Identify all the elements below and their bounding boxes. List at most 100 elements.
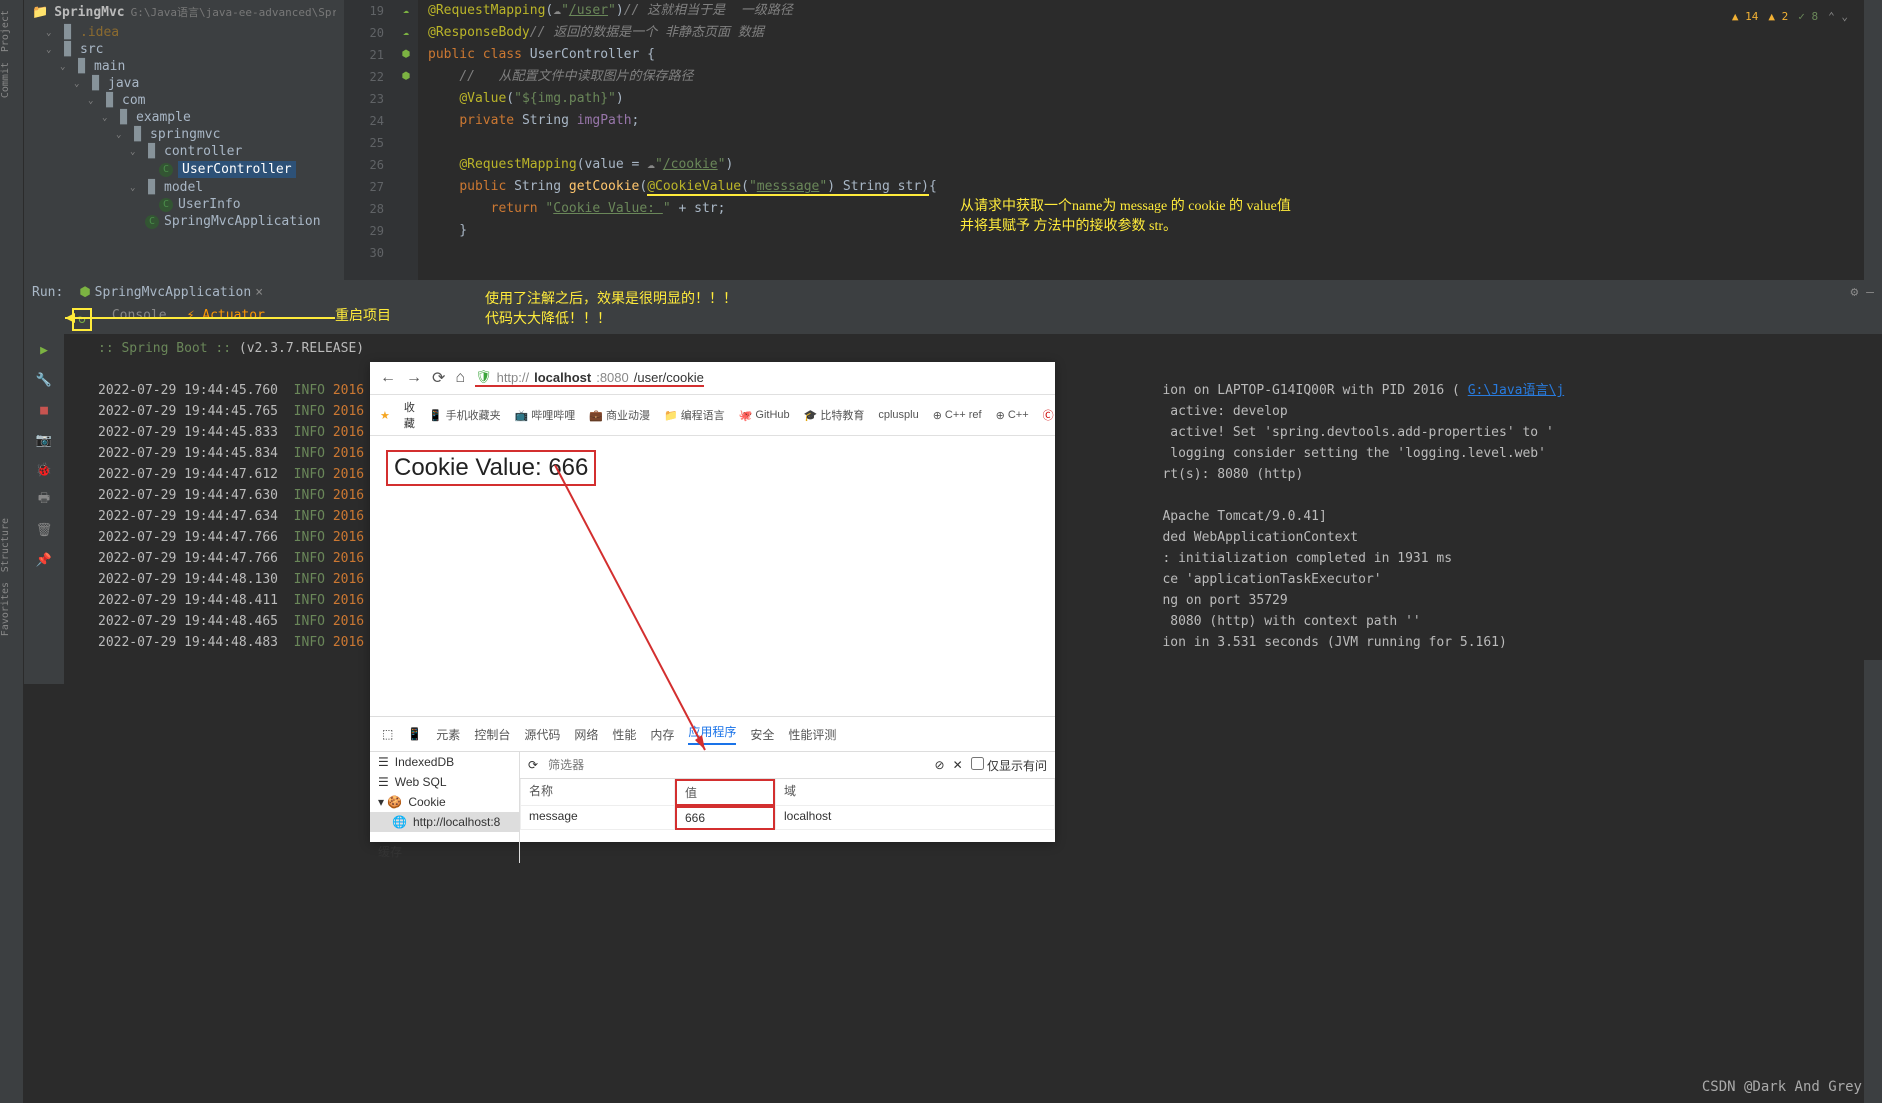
browser-window: ← → ⟳ ⌂ 🛡 http://localhost:8080/user/coo… (370, 362, 1055, 842)
trash-icon[interactable]: 🗑 (32, 518, 56, 542)
sidebar-item[interactable]: ☰ Web SQL (370, 772, 519, 792)
rerun-button[interactable]: ↻ (72, 308, 92, 331)
editor-status: ▲ 14 ▲ 2 ✓ 8 ⌃ ⌄ (1732, 10, 1848, 23)
dev-tab[interactable]: 元素 (436, 726, 460, 743)
rerun-icon[interactable]: ▶ (32, 338, 56, 362)
sidebar-item-selected[interactable]: 🌐 http://localhost:8 (370, 812, 519, 832)
tree-item[interactable]: ⌄▉main (24, 58, 344, 75)
folder-icon: ▉ (145, 145, 159, 159)
bookmark-item[interactable]: cplusplu (878, 409, 918, 421)
devtools-tabs: ⬚ 📱 元素 控制台 源代码 网络 性能 内存 应用程序 安全 性能评测 (370, 717, 1055, 751)
camera-icon[interactable]: 📷 (32, 428, 56, 452)
dev-tab[interactable]: 网络 (574, 726, 598, 743)
lock-icon: 🛡 (475, 369, 492, 385)
run-header: Run: ⬢ SpringMvcApplication × ⚙ — (24, 280, 1882, 305)
filter-input[interactable] (546, 756, 926, 774)
gutter-icon-column: ☁☁⬢⬢ (394, 0, 418, 280)
forward-icon[interactable]: → (406, 369, 422, 387)
bookmark-item[interactable]: 📁 编程语言 (664, 407, 725, 423)
dev-tab[interactable]: 安全 (750, 726, 774, 743)
bookmark-item[interactable]: 🎓 比特教育 (804, 407, 865, 423)
sidebar-item[interactable]: ▾ 🍪 Cookie (370, 792, 519, 812)
device-icon[interactable]: 📱 (407, 727, 422, 741)
annotation-below: 使用了注解之后，效果是很明显的！！！ 代码大大降低！！！ (485, 288, 737, 328)
browser-content: Cookie Value: 666 (370, 436, 1055, 716)
bookmark-item[interactable]: 💼 商业动漫 (589, 407, 650, 423)
folder-icon: ▉ (145, 181, 159, 195)
run-toolbar: ▶ 🔧 ■ 📷 🐞 🖶 🗑 📌 (24, 334, 64, 684)
col-name[interactable]: 名称 (520, 779, 675, 806)
project-icon: 📁 (32, 5, 48, 20)
tree-item[interactable]: ⌄▉example (24, 109, 344, 126)
settings-icon[interactable]: ⚙ — (1851, 285, 1874, 300)
weak-warning-icon: ▲ 2 (1768, 10, 1788, 23)
col-value[interactable]: 值 (675, 779, 775, 806)
run-label: Run: (32, 285, 63, 300)
dev-tab[interactable]: 源代码 (524, 726, 560, 743)
close-icon[interactable]: ✕ (953, 758, 963, 772)
tree-item[interactable]: ⌄▉model (24, 179, 344, 196)
dev-tab[interactable]: 性能 (612, 726, 636, 743)
tree-item[interactable]: ⌄▉springmvc (24, 126, 344, 143)
bookmark-item[interactable]: 🐙 GitHub (739, 409, 790, 422)
devtools-main: ⟳ ⊘ ✕ 仅显示有问 名称 值 域 message 666 localhost (520, 752, 1055, 863)
folder-icon: ▉ (61, 43, 75, 57)
tree-item[interactable]: ⌄▉java (24, 75, 344, 92)
back-icon[interactable]: ← (380, 369, 396, 387)
cache-label: 缓存 (370, 840, 519, 863)
sidebar-item[interactable]: ☰ IndexedDB (370, 752, 519, 772)
url-bar[interactable]: 🛡 http://localhost:8080/user/cookie (475, 369, 704, 387)
tab-commit[interactable]: Commit (0, 62, 11, 98)
class-icon: C (159, 198, 173, 212)
bug-icon[interactable]: 🐞 (32, 458, 56, 482)
code-editor[interactable]: 192021222324252627282930 ☁☁⬢⬢ @RequestMa… (344, 0, 1858, 280)
bookmark-item[interactable]: 📺 哔哩哔哩 (515, 407, 576, 423)
stop-icon[interactable]: ■ (32, 398, 56, 422)
checkbox-only-issues[interactable]: 仅显示有问 (971, 757, 1047, 774)
star-icon: ★ (380, 409, 390, 422)
actuator-tab[interactable]: ⚡ Actuator (187, 308, 265, 331)
bookmark-item[interactable]: ⊕ C++ (996, 409, 1029, 422)
watermark: CSDN @Dark And Grey (1702, 1079, 1862, 1095)
console-tab[interactable]: Console (112, 308, 167, 331)
dev-tab-active[interactable]: 应用程序 (688, 723, 736, 745)
tab-structure[interactable]: Structure (0, 518, 11, 572)
warning-icon: ▲ 14 (1732, 10, 1759, 23)
folder-icon: ▉ (75, 60, 89, 74)
bookmarks-bar: ★收藏 📱 手机收藏夹 📺 哔哩哔哩 💼 商业动漫 📁 编程语言 🐙 GitHu… (370, 395, 1055, 436)
cell-domain[interactable]: localhost (775, 806, 1055, 830)
tree-item[interactable]: CSpringMvcApplication (24, 213, 344, 230)
ok-icon: ✓ 8 (1798, 10, 1818, 23)
project-header[interactable]: 📁 SpringMvc G:\Java语言\java-ee-advanced\S… (24, 0, 344, 24)
cell-name[interactable]: message (520, 806, 675, 830)
tool-icon[interactable]: 🔧 (32, 368, 56, 392)
dev-tab[interactable]: 内存 (650, 726, 674, 743)
refresh-icon[interactable]: ⟳ (528, 758, 538, 772)
tree-item[interactable]: ⌄▉src (24, 41, 344, 58)
clear-icon[interactable]: ⊘ (935, 758, 945, 772)
cell-value[interactable]: 666 (675, 806, 775, 830)
dev-tab[interactable]: 控制台 (474, 726, 510, 743)
bookmark-item[interactable]: 📱 手机收藏夹 (429, 407, 501, 423)
home-icon[interactable]: ⌂ (455, 369, 465, 387)
tab-project[interactable]: Project (0, 10, 11, 52)
tree-item[interactable]: ⌄▉com (24, 92, 344, 109)
tree-item[interactable]: CUserInfo (24, 196, 344, 213)
reload-icon[interactable]: ⟳ (432, 368, 445, 388)
dev-tab[interactable]: 性能评测 (788, 726, 836, 743)
print-icon[interactable]: 🖶 (32, 488, 56, 512)
folder-icon: ▉ (131, 128, 145, 142)
bookmark-item[interactable]: Ⓒ CSDN博 (1043, 407, 1055, 423)
response-text: Cookie Value: 666 (386, 450, 596, 486)
tree-item[interactable]: ⌄▉controller (24, 143, 344, 160)
tree-item[interactable]: CUserController (24, 160, 344, 179)
code-area[interactable]: @RequestMapping(☁"/user")// 这就相当于是 一级路径 … (418, 0, 1858, 280)
bookmark-item[interactable]: ⊕ C++ ref (933, 409, 982, 422)
pin-icon[interactable]: 📌 (32, 548, 56, 572)
tree-item[interactable]: ⌄▉.idea (24, 24, 344, 41)
run-config-tab[interactable]: ⬢ SpringMvcApplication × (71, 283, 271, 302)
tab-favorites[interactable]: Favorites (0, 582, 11, 636)
inspect-icon[interactable]: ⬚ (382, 727, 393, 741)
project-name: SpringMvc (54, 5, 124, 20)
col-domain[interactable]: 域 (775, 779, 1055, 806)
